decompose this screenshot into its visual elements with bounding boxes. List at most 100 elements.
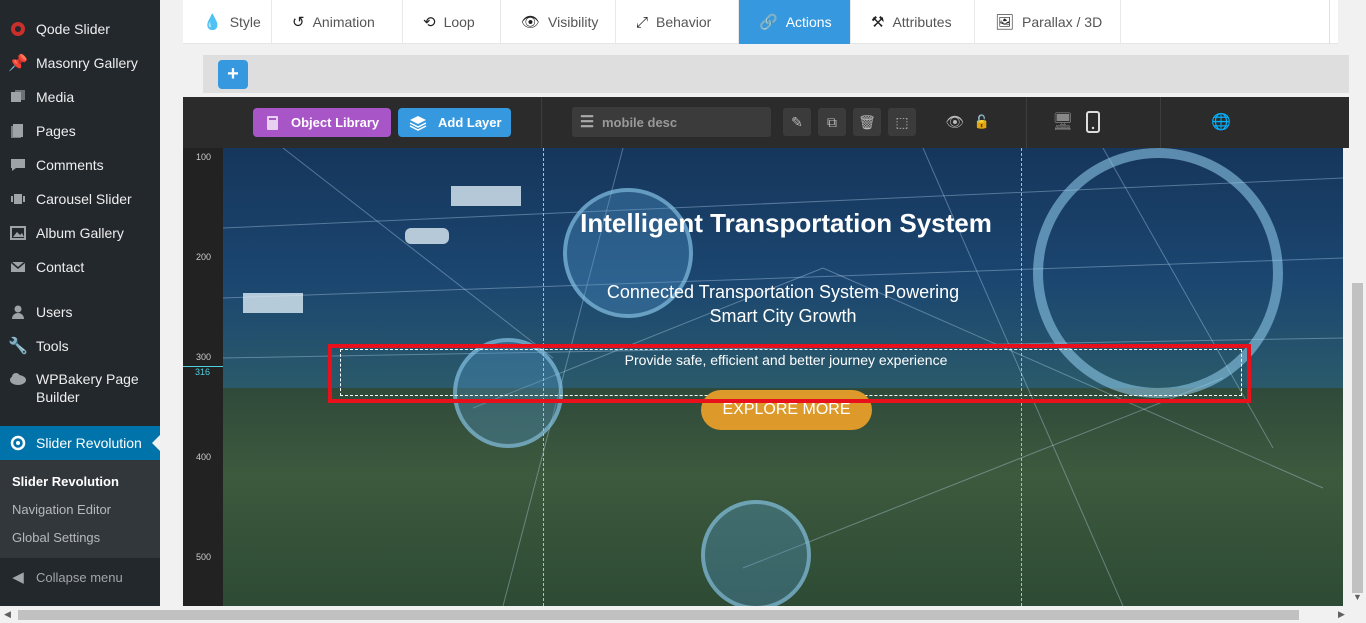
- cloud-icon: [0, 372, 36, 386]
- scroll-right-arrow[interactable]: ▶: [1338, 609, 1345, 620]
- comments-icon: [0, 157, 36, 173]
- ruler-label: 400: [196, 452, 212, 462]
- screen: Qode Slider 📌 Masonry Gallery Media Pages…: [0, 0, 1366, 623]
- tab-label: Behavior: [656, 14, 712, 30]
- tab-behavior[interactable]: ⤢ Behavior: [616, 0, 739, 44]
- scroll-down-arrow[interactable]: ▼: [1353, 592, 1362, 602]
- object-library-label: Object Library: [291, 115, 380, 130]
- tab-animation[interactable]: ↺ Animation: [272, 0, 403, 44]
- submenu-slider-revolution[interactable]: Slider Revolution: [12, 474, 119, 489]
- vertical-ruler: 100 200 300 400 500 316: [183, 148, 223, 606]
- tab-label: Actions: [785, 14, 832, 30]
- mail-icon: [0, 259, 36, 275]
- trash-icon[interactable]: 🗑: [853, 108, 881, 136]
- layer-settings-tabs: 💧 Style ↺ Animation ⟲ Loop 👁 Visibility ⤢ Beh…: [183, 0, 1338, 44]
- book-icon: [253, 115, 291, 131]
- sidebar-item-comments[interactable]: Comments: [0, 155, 160, 175]
- unlock-icon[interactable]: 🔓: [968, 108, 996, 136]
- history-icon: ↺: [292, 14, 305, 31]
- ruler-label: 200: [196, 252, 212, 262]
- sidebar-item-slider-revolution[interactable]: Slider Revolution: [0, 426, 160, 460]
- submenu-global-settings[interactable]: Global Settings: [12, 530, 100, 545]
- layer-name-value: mobile desc: [602, 114, 678, 130]
- tab-label: Animation: [312, 14, 375, 30]
- sidebar-item-media[interactable]: Media: [0, 87, 160, 107]
- desktop-icon[interactable]: 🖥: [1049, 108, 1077, 136]
- sidebar-item-masonry-gallery[interactable]: 📌 Masonry Gallery: [0, 53, 160, 73]
- ruler-label: 100: [196, 152, 212, 162]
- sidebar-item-label: Qode Slider: [36, 21, 110, 37]
- image-icon: 🖼: [995, 14, 1015, 31]
- sidebar-item-label: Album Gallery: [36, 225, 124, 241]
- drop-icon: 💧: [203, 14, 222, 31]
- submenu-navigation-editor[interactable]: Navigation Editor: [12, 502, 111, 517]
- group-icon[interactable]: ⬚: [888, 108, 916, 136]
- sidebar-item-label: Carousel Slider: [36, 191, 132, 207]
- sidebar-item-label: WPBakery Page Builder: [36, 371, 139, 405]
- carousel-icon: [0, 191, 36, 207]
- sidebar-item-label: Contact: [36, 259, 85, 275]
- media-icon: [0, 89, 36, 105]
- album-icon: [0, 225, 36, 241]
- sidebar-item-pages[interactable]: Pages: [0, 121, 160, 141]
- tab-label: Visibility: [548, 14, 599, 30]
- pencil-icon[interactable]: ✎: [783, 108, 811, 136]
- globe-edit-icon[interactable]: 🌐: [1207, 108, 1235, 136]
- tab-label: Parallax / 3D: [1022, 14, 1103, 30]
- tab-label: Loop: [443, 14, 475, 30]
- sidebar-item-label: Masonry Gallery: [36, 55, 138, 71]
- sidebar-item-qode-slider[interactable]: Qode Slider: [0, 19, 160, 39]
- loop-icon: ⟲: [423, 14, 436, 31]
- users-icon: [0, 304, 36, 320]
- horizontal-scroll-thumb[interactable]: [18, 610, 1299, 620]
- toolbar-divider: [1160, 97, 1161, 148]
- toolbar-divider: [1026, 97, 1027, 148]
- collapse-icon: ◀: [12, 569, 24, 586]
- add-action-button[interactable]: +: [218, 60, 248, 89]
- duplicate-icon[interactable]: ⧉: [818, 108, 846, 136]
- layers-icon: [398, 115, 438, 131]
- tab-actions[interactable]: 🔗 Actions: [739, 0, 851, 44]
- sidebar-item-carousel-slider[interactable]: Carousel Slider: [0, 189, 160, 209]
- slide-subtitle-line1[interactable]: Connected Transportation System Powering: [223, 282, 1343, 303]
- mobile-icon[interactable]: [1079, 108, 1107, 136]
- link-icon: 🔗: [759, 14, 778, 31]
- battery-icon-circle: [701, 500, 811, 606]
- add-layer-label: Add Layer: [438, 115, 502, 130]
- sidebar-item-wpbakery[interactable]: WPBakery Page Builder: [0, 370, 160, 408]
- sidebar-item-tools[interactable]: 🔧 Tools: [0, 336, 160, 356]
- sidebar-item-label: Media: [36, 89, 75, 105]
- tabbar-edge: [1329, 0, 1339, 44]
- sidebar-item-label: Pages: [36, 123, 76, 139]
- pages-icon: [0, 123, 36, 139]
- tab-visibility[interactable]: 👁 Visibility: [501, 0, 616, 44]
- ruler-label: 300: [196, 352, 212, 362]
- ruler-marker-label: 316: [195, 367, 211, 377]
- collapse-label: Collapse menu: [36, 569, 123, 585]
- tab-loop[interactable]: ⟲ Loop: [403, 0, 501, 44]
- sidebar-submenu: Slider Revolution Navigation Editor Glob…: [0, 460, 160, 558]
- tab-label: Style: [229, 14, 261, 30]
- vertical-scroll-thumb[interactable]: [1352, 283, 1363, 593]
- tab-parallax-3d[interactable]: 🖼 Parallax / 3D: [975, 0, 1121, 44]
- object-library-button[interactable]: Object Library: [253, 108, 391, 137]
- slide-title[interactable]: Intelligent Transportation System: [226, 208, 1343, 239]
- sidebar-item-contact[interactable]: Contact: [0, 257, 160, 277]
- layer-name-select[interactable]: ☰ mobile desc: [572, 107, 771, 137]
- scroll-left-arrow[interactable]: ◀: [4, 609, 11, 620]
- collapse-menu-button[interactable]: ◀ Collapse menu: [0, 566, 160, 588]
- sidebar-item-label: Comments: [36, 157, 104, 173]
- tab-style[interactable]: 💧 Style: [183, 0, 272, 44]
- tab-label: Attributes: [892, 14, 952, 30]
- wp-admin-sidebar: Qode Slider 📌 Masonry Gallery Media Pages…: [0, 0, 160, 606]
- sidebar-item-users[interactable]: Users: [0, 302, 160, 322]
- sidebar-item-label: Slider Revolution: [36, 435, 142, 451]
- slide-subtitle-line2[interactable]: Smart City Growth: [223, 306, 1343, 327]
- add-layer-button[interactable]: Add Layer: [398, 108, 511, 137]
- tab-attributes[interactable]: ⚒ Attributes: [851, 0, 975, 44]
- toolbar-divider: [541, 97, 542, 148]
- pin-icon: 📌: [8, 55, 28, 72]
- visibility-eye-icon[interactable]: 👁: [941, 108, 969, 136]
- sidebar-item-album-gallery[interactable]: Album Gallery: [0, 223, 160, 243]
- refresh-icon: [0, 435, 36, 451]
